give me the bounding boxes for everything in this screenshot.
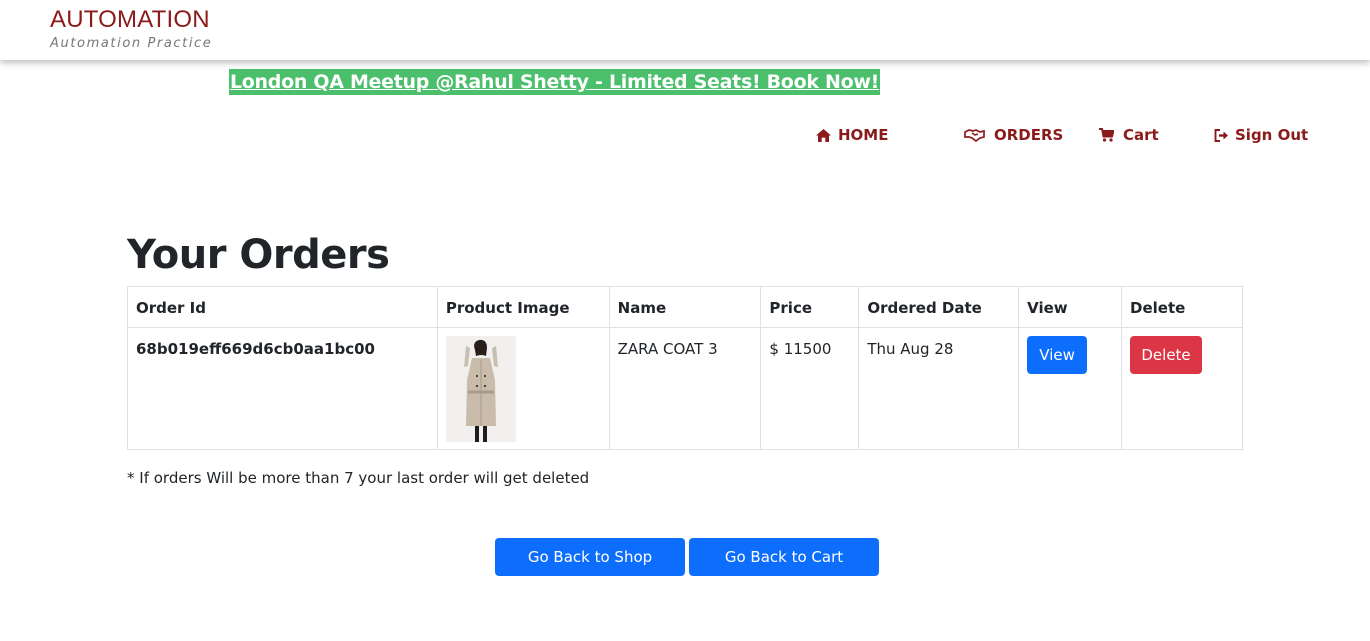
column-header-product-image: Product Image	[436, 286, 610, 328]
go-back-to-shop-button[interactable]: Go Back to Shop	[495, 538, 685, 576]
nav-home[interactable]: HOME	[816, 124, 888, 146]
brand-logo[interactable]: AUTOMATION Automation Practice	[50, 6, 212, 51]
column-header-order-id: Order Id	[127, 286, 438, 328]
column-header-price: Price	[760, 286, 860, 328]
product-name-cell: ZARA COAT 3	[608, 327, 762, 450]
delete-button[interactable]: Delete	[1130, 336, 1203, 374]
column-header-name: Name	[608, 286, 762, 328]
nav-sign-out[interactable]: Sign Out	[1214, 124, 1308, 146]
nav-orders[interactable]: ORDERS	[964, 124, 1063, 146]
page-title: Your Orders	[127, 232, 390, 278]
nav-home-label: HOME	[838, 126, 889, 144]
product-image	[445, 336, 516, 442]
delete-cell: Delete	[1121, 327, 1243, 450]
view-cell: View	[1018, 327, 1123, 450]
nav-cart[interactable]: Cart	[1099, 124, 1159, 146]
sign-out-icon	[1214, 128, 1229, 142]
price-cell: $ 11500	[760, 327, 860, 450]
order-id-cell: 68b019eff669d6cb0aa1bc00	[127, 327, 438, 450]
promo-banner-link[interactable]: London QA Meetup @Rahul Shetty - Limited…	[229, 69, 880, 95]
column-header-ordered-date: Ordered Date	[858, 286, 1020, 328]
nav-orders-label: ORDERS	[994, 126, 1064, 144]
go-back-to-cart-button[interactable]: Go Back to Cart	[689, 538, 879, 576]
orders-table: Order Id Product Image Name Price Ordere…	[127, 286, 1243, 450]
column-header-delete: Delete	[1121, 286, 1243, 328]
cart-icon	[1099, 128, 1114, 142]
ordered-date-cell: Thu Aug 28	[858, 327, 1020, 450]
nav-cart-label: Cart	[1123, 126, 1159, 144]
home-icon	[816, 128, 831, 142]
top-bar: AUTOMATION Automation Practice	[0, 0, 1370, 60]
product-image-cell	[436, 327, 610, 450]
orders-limit-note: * If orders Will be more than 7 your las…	[127, 469, 590, 487]
table-row: 68b019eff669d6cb0aa1bc00 ZARA COAT 3 $ 1…	[127, 327, 1243, 450]
nav-sign-out-label: Sign Out	[1235, 126, 1309, 144]
brand-subtitle: Automation Practice	[50, 36, 213, 51]
table-header-row: Order Id Product Image Name Price Ordere…	[127, 286, 1243, 328]
column-header-view: View	[1018, 286, 1123, 328]
brand-title: AUTOMATION	[50, 6, 210, 33]
handshake-icon	[964, 128, 985, 142]
view-button[interactable]: View	[1027, 336, 1088, 374]
